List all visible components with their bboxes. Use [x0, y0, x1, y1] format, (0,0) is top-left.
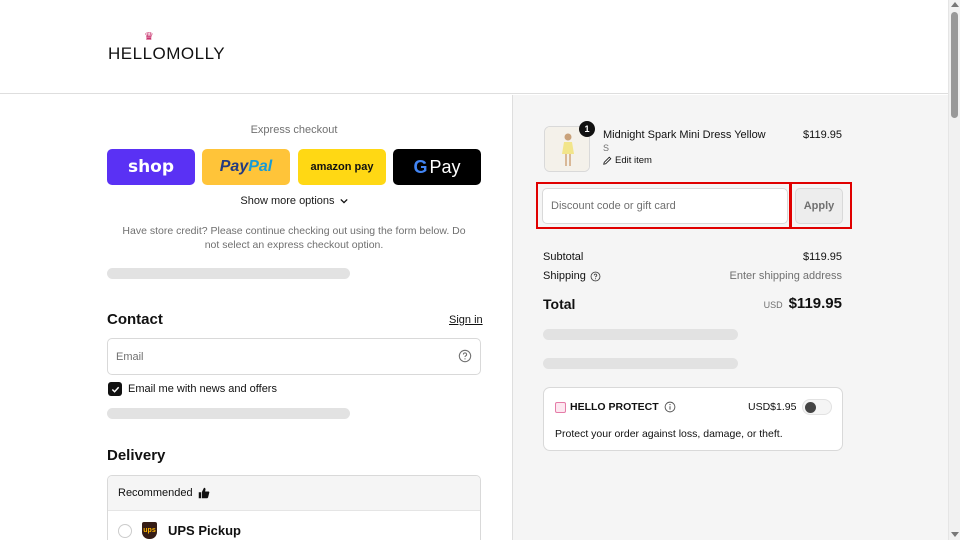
store-credit-note: Have store credit? Please continue check… — [122, 225, 466, 251]
site-header: ♛ HELLOMOLLY — [0, 0, 948, 94]
pencil-icon — [603, 156, 612, 165]
protect-toggle[interactable] — [802, 399, 832, 415]
google-g-icon: G — [413, 156, 428, 177]
crown-icon: ♛ — [144, 31, 155, 43]
express-checkout-title: Express checkout — [250, 124, 338, 136]
loading-skeleton-bar — [543, 329, 738, 340]
protect-title: HELLO PROTECT — [570, 401, 659, 413]
ups-pickup-radio[interactable] — [118, 524, 132, 538]
amazon-pay-label: amazon pay — [310, 161, 374, 173]
product-price: $119.95 — [803, 129, 842, 141]
subtotal-label: Subtotal — [543, 251, 584, 263]
shipping-label: Shipping — [543, 270, 586, 282]
total-value-group: USD $119.95 — [764, 295, 842, 312]
protect-title-row: HELLO PROTECT — [570, 401, 676, 413]
paypal-label-pal: Pal — [248, 158, 273, 175]
loading-skeleton-bar — [107, 408, 350, 419]
product-variant: S — [603, 143, 610, 153]
checkout-form-column: Express checkout shop Pay Pal amazon pay … — [0, 95, 512, 540]
total-amount: $119.95 — [788, 295, 842, 312]
edit-item-link[interactable]: Edit item — [603, 155, 652, 166]
hellomolly-logo[interactable]: ♛ HELLOMOLLY — [108, 31, 226, 64]
quantity-badge: 1 — [579, 121, 595, 137]
ups-logo-icon: ups — [142, 522, 157, 539]
newsletter-checkbox[interactable] — [108, 382, 122, 396]
delivery-title: Delivery — [107, 447, 166, 464]
ups-pickup-label: UPS Pickup — [168, 523, 241, 538]
sign-in-link[interactable]: Sign in — [449, 314, 483, 326]
total-currency: USD — [763, 300, 783, 310]
show-more-options-toggle[interactable]: Show more options — [107, 195, 481, 207]
protect-price: USD$1.95 — [748, 401, 797, 413]
product-name: Midnight Spark Mini Dress Yellow — [603, 129, 766, 141]
loading-skeleton-bar — [107, 268, 350, 279]
paypal-label-pay: Pay — [219, 158, 249, 175]
hello-protect-card: HELLO PROTECT USD$1.95 Protect your orde… — [543, 387, 843, 451]
apply-discount-button[interactable]: Apply — [795, 188, 843, 224]
shipping-value: Enter shipping address — [729, 270, 842, 282]
chevron-down-icon — [339, 199, 348, 204]
total-label: Total — [543, 296, 576, 312]
scroll-down-arrow-icon[interactable] — [951, 532, 959, 537]
shop-pay-button[interactable]: shop — [107, 149, 195, 185]
email-field-wrapper — [107, 338, 481, 375]
scrollbar-thumb[interactable] — [951, 12, 958, 118]
shipping-row-label: Shipping — [543, 270, 601, 282]
page-scrollbar[interactable] — [948, 0, 960, 540]
paypal-button[interactable]: Pay Pal — [202, 149, 290, 185]
recommended-label: Recommended — [118, 487, 193, 499]
delivery-options: Recommended ups UPS Pickup — [107, 475, 481, 540]
delivery-option-ups-pickup[interactable]: ups UPS Pickup — [108, 511, 480, 540]
show-more-options-label: Show more options — [240, 195, 335, 207]
order-summary-column: 1 Midnight Spark Mini Dress Yellow S Edi… — [512, 95, 948, 540]
help-circle-icon[interactable] — [458, 349, 472, 363]
google-pay-button[interactable]: G Pay — [393, 149, 481, 185]
logo-text: HELLOMOLLY — [108, 44, 226, 63]
info-icon[interactable] — [664, 401, 676, 413]
help-circle-icon[interactable] — [590, 271, 601, 282]
toggle-knob — [805, 402, 816, 413]
email-input[interactable] — [116, 348, 446, 366]
newsletter-label: Email me with news and offers — [128, 383, 277, 395]
discount-code-input[interactable] — [542, 188, 788, 224]
contact-title: Contact — [107, 311, 163, 328]
protect-badge-icon — [555, 402, 566, 413]
subtotal-value: $119.95 — [803, 251, 842, 263]
edit-item-label: Edit item — [615, 155, 652, 166]
scroll-up-arrow-icon[interactable] — [951, 2, 959, 7]
protect-description: Protect your order against loss, damage,… — [555, 428, 783, 440]
recommended-header: Recommended — [108, 476, 480, 511]
checkmark-icon — [111, 386, 119, 393]
loading-skeleton-bar — [543, 358, 738, 369]
thumbs-up-icon — [198, 487, 209, 499]
amazon-pay-button[interactable]: amazon pay — [298, 149, 386, 185]
google-pay-label: Pay — [429, 156, 461, 177]
shop-pay-label: shop — [127, 157, 175, 177]
